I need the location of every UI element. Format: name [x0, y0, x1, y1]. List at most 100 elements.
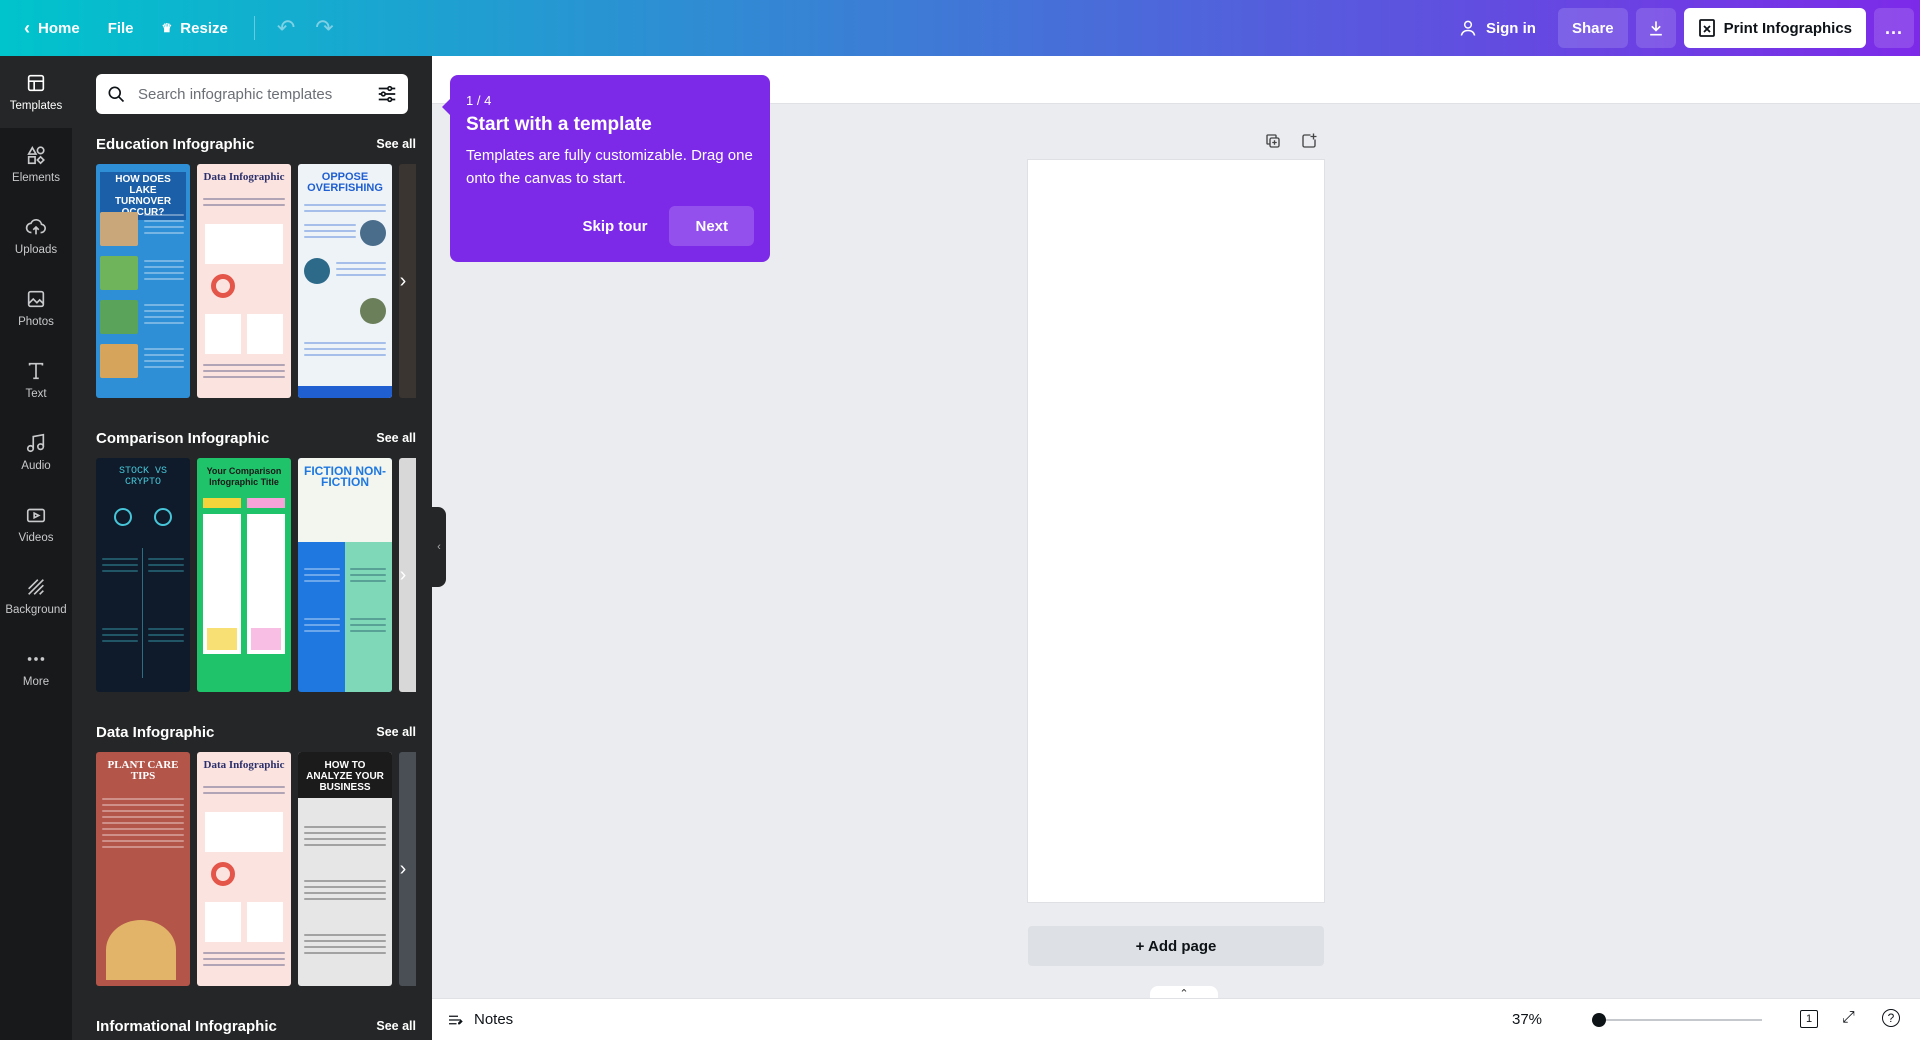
home-button[interactable]: ‹ Home: [10, 8, 94, 48]
collapse-panel-handle[interactable]: ‹: [432, 507, 446, 587]
file-menu-button[interactable]: File: [94, 8, 148, 48]
section-education: Education Infographic See all HOW DOES L…: [96, 132, 416, 398]
rail-item-uploads[interactable]: Uploads: [0, 200, 72, 272]
text-lines: [144, 304, 184, 328]
template-thumbnail[interactable]: STOCK VS CRYPTO: [96, 458, 190, 692]
rail-item-more[interactable]: More: [0, 632, 72, 704]
user-icon: [1460, 20, 1476, 36]
chevron-left-icon: ‹: [437, 541, 441, 553]
page-count-button[interactable]: 1: [1800, 1009, 1818, 1028]
tour-text: Templates are fully customizable. Drag o…: [466, 147, 753, 187]
tour-title: Start with a template: [466, 114, 652, 135]
text-lines: [304, 342, 386, 360]
chevron-right-icon[interactable]: ›: [392, 558, 414, 592]
coin-icon: [114, 508, 132, 526]
fullscreen-icon[interactable]: ⤢: [1842, 1009, 1855, 1027]
search-input[interactable]: [136, 84, 376, 104]
template-title: FICTION NON-FICTION: [304, 464, 386, 489]
add-page-button[interactable]: + Add page: [1028, 926, 1324, 966]
template-carousel: PLANT CARE TIPS Data Infographic HOW TO …: [96, 752, 416, 986]
template-thumbnail[interactable]: OPPOSE OVERFISHING: [298, 164, 392, 398]
zoom-percentage[interactable]: 37%: [1512, 1011, 1542, 1028]
redo-icon[interactable]: ↷: [305, 15, 343, 41]
duplicate-page-icon[interactable]: [1264, 132, 1282, 150]
share-button[interactable]: Share: [1557, 8, 1628, 48]
pages-icon: 1: [1800, 1010, 1818, 1028]
text-lines: [148, 558, 184, 576]
template-search: [96, 74, 408, 114]
chevron-right-icon[interactable]: ›: [392, 852, 414, 886]
resize-label: Resize: [180, 19, 228, 37]
rail-item-templates[interactable]: Templates: [0, 56, 72, 128]
coin-icon: [154, 508, 172, 526]
text-lines: [350, 618, 386, 636]
elements-icon: [27, 146, 45, 165]
share-label: Share: [1571, 19, 1614, 37]
section-data: Data Infographic See all PLANT CARE TIPS…: [96, 720, 416, 986]
help-icon[interactable]: ?: [1882, 1009, 1900, 1027]
design-page[interactable]: [1028, 160, 1324, 902]
notes-button[interactable]: Notes: [446, 1011, 513, 1029]
chart-card: [205, 224, 283, 264]
section-informational: Informational Infographic See all: [96, 1014, 416, 1038]
see-all-link[interactable]: See all: [376, 137, 416, 151]
chart-card: [247, 902, 283, 942]
text-lines: [304, 568, 340, 586]
rail-item-text[interactable]: Text: [0, 344, 72, 416]
next-button[interactable]: Next: [669, 206, 754, 246]
chart-card: [205, 902, 241, 942]
flower-illustration: [106, 920, 176, 980]
text-lines: [350, 568, 386, 586]
mini-chart: [207, 628, 237, 650]
template-thumbnail[interactable]: Data Infographic: [197, 164, 291, 398]
rail-label: Background: [5, 604, 67, 616]
notes-label: Notes: [474, 1011, 514, 1028]
template-thumbnail[interactable]: HOW DOES LAKE TURNOVER OCCUR?: [96, 164, 190, 398]
text-lines: [203, 198, 285, 210]
rail-item-videos[interactable]: Videos: [0, 488, 72, 560]
rail-item-audio[interactable]: Audio: [0, 416, 72, 488]
rail-item-background[interactable]: Background: [0, 560, 72, 632]
chart-card: [205, 812, 283, 852]
text-lines: [144, 260, 184, 284]
template-thumbnail[interactable]: PLANT CARE TIPS: [96, 752, 190, 986]
template-thumbnail[interactable]: Your Comparison Infographic Title: [197, 458, 291, 692]
zoom-slider-handle[interactable]: [1592, 1013, 1606, 1027]
see-all-link[interactable]: See all: [376, 725, 416, 739]
templates-icon: [27, 74, 45, 92]
illustration: [100, 256, 138, 290]
filter-icon[interactable]: [376, 83, 398, 105]
rail-item-photos[interactable]: Photos: [0, 272, 72, 344]
skip-tour-button[interactable]: Skip tour: [568, 206, 661, 246]
section-title: Comparison Infographic: [96, 429, 270, 447]
resize-button[interactable]: ♛ Resize: [148, 8, 242, 48]
tour-step-counter: 1 / 4: [466, 93, 492, 108]
rail-item-elements[interactable]: Elements: [0, 128, 72, 200]
text-lines: [203, 364, 285, 382]
text-lines: [102, 798, 184, 852]
template-carousel: HOW DOES LAKE TURNOVER OCCUR? Data Infog…: [96, 164, 416, 398]
page-tools: [1264, 132, 1318, 150]
undo-icon[interactable]: ↶: [267, 15, 305, 41]
chevron-right-icon[interactable]: ›: [392, 264, 414, 298]
download-button[interactable]: [1635, 8, 1676, 48]
sign-in-button[interactable]: Sign in: [1444, 8, 1550, 48]
template-title: HOW TO ANALYZE YOUR BUSINESS: [306, 760, 384, 793]
text-lines: [144, 348, 184, 372]
template-thumbnail[interactable]: Data Infographic: [197, 752, 291, 986]
music-icon: [26, 433, 45, 453]
text-lines: [203, 952, 285, 970]
add-page-icon[interactable]: [1300, 132, 1318, 150]
print-infographics-button[interactable]: Print Infographics: [1683, 8, 1866, 48]
sign-in-label: Sign in: [1485, 19, 1536, 37]
template-thumbnail[interactable]: FICTION NON-FICTION: [298, 458, 392, 692]
text-lines: [304, 826, 386, 850]
see-all-link[interactable]: See all: [376, 1019, 416, 1033]
see-all-link[interactable]: See all: [376, 431, 416, 445]
template-thumbnail[interactable]: HOW TO ANALYZE YOUR BUSINESS: [298, 752, 392, 986]
photo-circle: [360, 298, 386, 324]
zoom-slider[interactable]: [1592, 1013, 1762, 1027]
file-label: File: [107, 19, 134, 37]
more-options-button[interactable]: ...: [1874, 8, 1914, 48]
template-title: Your Comparison Infographic Title: [206, 466, 282, 487]
